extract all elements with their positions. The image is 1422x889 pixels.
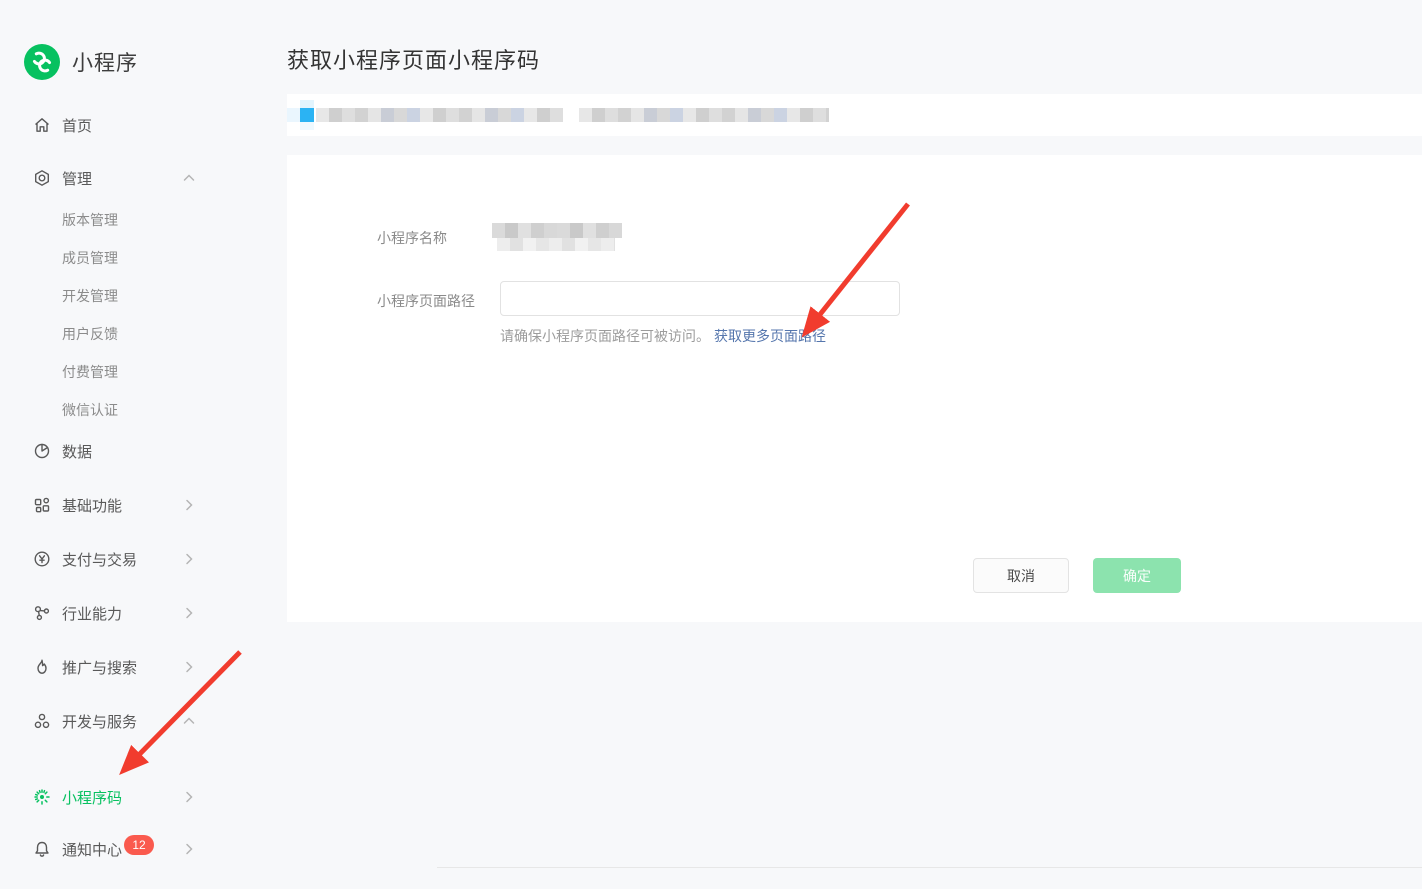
- sidebar-item-dev-manage[interactable]: 开发管理: [0, 284, 287, 308]
- sidebar-item-label: 推广与搜索: [62, 657, 137, 678]
- sidebar-item-user-feedback[interactable]: 用户反馈: [0, 322, 287, 346]
- app-title: 小程序: [72, 47, 138, 77]
- sidebar-item-data[interactable]: 数据: [0, 439, 287, 463]
- cancel-button[interactable]: 取消: [973, 558, 1069, 593]
- get-more-paths-link[interactable]: 获取更多页面路径: [714, 328, 826, 344]
- page-title: 获取小程序页面小程序码: [287, 43, 540, 75]
- sidebar-subitem-label: 成员管理: [62, 248, 118, 268]
- sidebar-item-promotion[interactable]: 推广与搜索: [0, 655, 287, 679]
- bell-icon: [33, 840, 51, 858]
- chevron-right-icon[interactable]: [181, 789, 197, 805]
- home-icon: [33, 116, 51, 134]
- payment-icon: [33, 550, 51, 568]
- chevron-right-icon[interactable]: [181, 605, 197, 621]
- sidebar-item-pay-manage[interactable]: 付费管理: [0, 360, 287, 384]
- miniprogram-logo-icon: [24, 44, 60, 80]
- manage-icon: [33, 169, 51, 187]
- notification-count-badge: 12: [124, 835, 154, 855]
- page-path-input[interactable]: [500, 281, 900, 316]
- sidebar-item-member-manage[interactable]: 成员管理: [0, 246, 287, 270]
- sidebar-item-label: 小程序码: [62, 787, 122, 808]
- minicode-icon: [33, 788, 51, 806]
- sidebar: 小程序 首页 管理 版本管理 成员管理 开发管理: [0, 0, 287, 889]
- sidebar-item-dev-services[interactable]: 开发与服务: [0, 709, 287, 733]
- sidebar-item-label: 基础功能: [62, 495, 122, 516]
- sidebar-item-label: 开发与服务: [62, 711, 137, 732]
- basic-features-icon: [33, 496, 51, 514]
- industry-icon: [33, 604, 51, 622]
- redacted-pixel-strip: [579, 108, 829, 122]
- sidebar-item-notification-center[interactable]: 通知中心 12: [0, 837, 287, 861]
- sidebar-item-industry[interactable]: 行业能力: [0, 601, 287, 625]
- sidebar-item-label: 数据: [62, 441, 92, 462]
- chevron-right-icon[interactable]: [181, 551, 197, 567]
- page-path-label: 小程序页面路径: [377, 291, 475, 311]
- sidebar-subitem-label: 微信认证: [62, 400, 118, 420]
- data-icon: [33, 442, 51, 460]
- chevron-right-icon[interactable]: [181, 841, 197, 857]
- sidebar-item-payment[interactable]: 支付与交易: [0, 547, 287, 571]
- path-hint-text: 请确保小程序页面路径可被访问。: [500, 328, 710, 344]
- sidebar-subitem-label: 开发管理: [62, 286, 118, 306]
- sidebar-item-label: 行业能力: [62, 603, 122, 624]
- get-minicode-form-panel: 小程序名称 小程序页面路径 请确保小程序页面路径可被访问。获取更多页面路径 取消…: [287, 155, 1422, 622]
- redacted-pixel-strip: [316, 108, 563, 122]
- sidebar-item-label: 支付与交易: [62, 549, 137, 570]
- dev-services-icon: [33, 712, 51, 730]
- redacted-breadcrumb-bar: [287, 94, 1422, 136]
- sidebar-subitem-label: 版本管理: [62, 210, 118, 230]
- app-logo-row: 小程序: [24, 44, 138, 80]
- chevron-right-icon[interactable]: [181, 497, 197, 513]
- chevron-right-icon[interactable]: [181, 659, 197, 675]
- chevron-up-icon[interactable]: [181, 170, 197, 186]
- sidebar-item-label: 管理: [62, 168, 92, 189]
- sidebar-item-minicode[interactable]: 小程序码: [0, 785, 287, 809]
- sidebar-item-label: 首页: [62, 115, 92, 136]
- redacted-pixel-block: [300, 108, 314, 122]
- confirm-button[interactable]: 确定: [1093, 558, 1181, 593]
- sidebar-subitem-label: 用户反馈: [62, 324, 118, 344]
- sidebar-item-version-manage[interactable]: 版本管理: [0, 208, 287, 232]
- sidebar-item-manage[interactable]: 管理: [0, 166, 287, 190]
- promotion-icon: [33, 658, 51, 676]
- bottom-divider: [437, 867, 1422, 868]
- sidebar-item-basic-features[interactable]: 基础功能: [0, 493, 287, 517]
- sidebar-subitem-label: 付费管理: [62, 362, 118, 382]
- sidebar-item-label: 通知中心: [62, 839, 122, 860]
- chevron-up-icon[interactable]: [181, 713, 197, 729]
- sidebar-item-home[interactable]: 首页: [0, 113, 287, 137]
- miniprogram-name-label: 小程序名称: [377, 228, 447, 248]
- sidebar-item-wechat-verify[interactable]: 微信认证: [0, 398, 287, 422]
- redacted-miniprogram-name-value: [492, 223, 622, 238]
